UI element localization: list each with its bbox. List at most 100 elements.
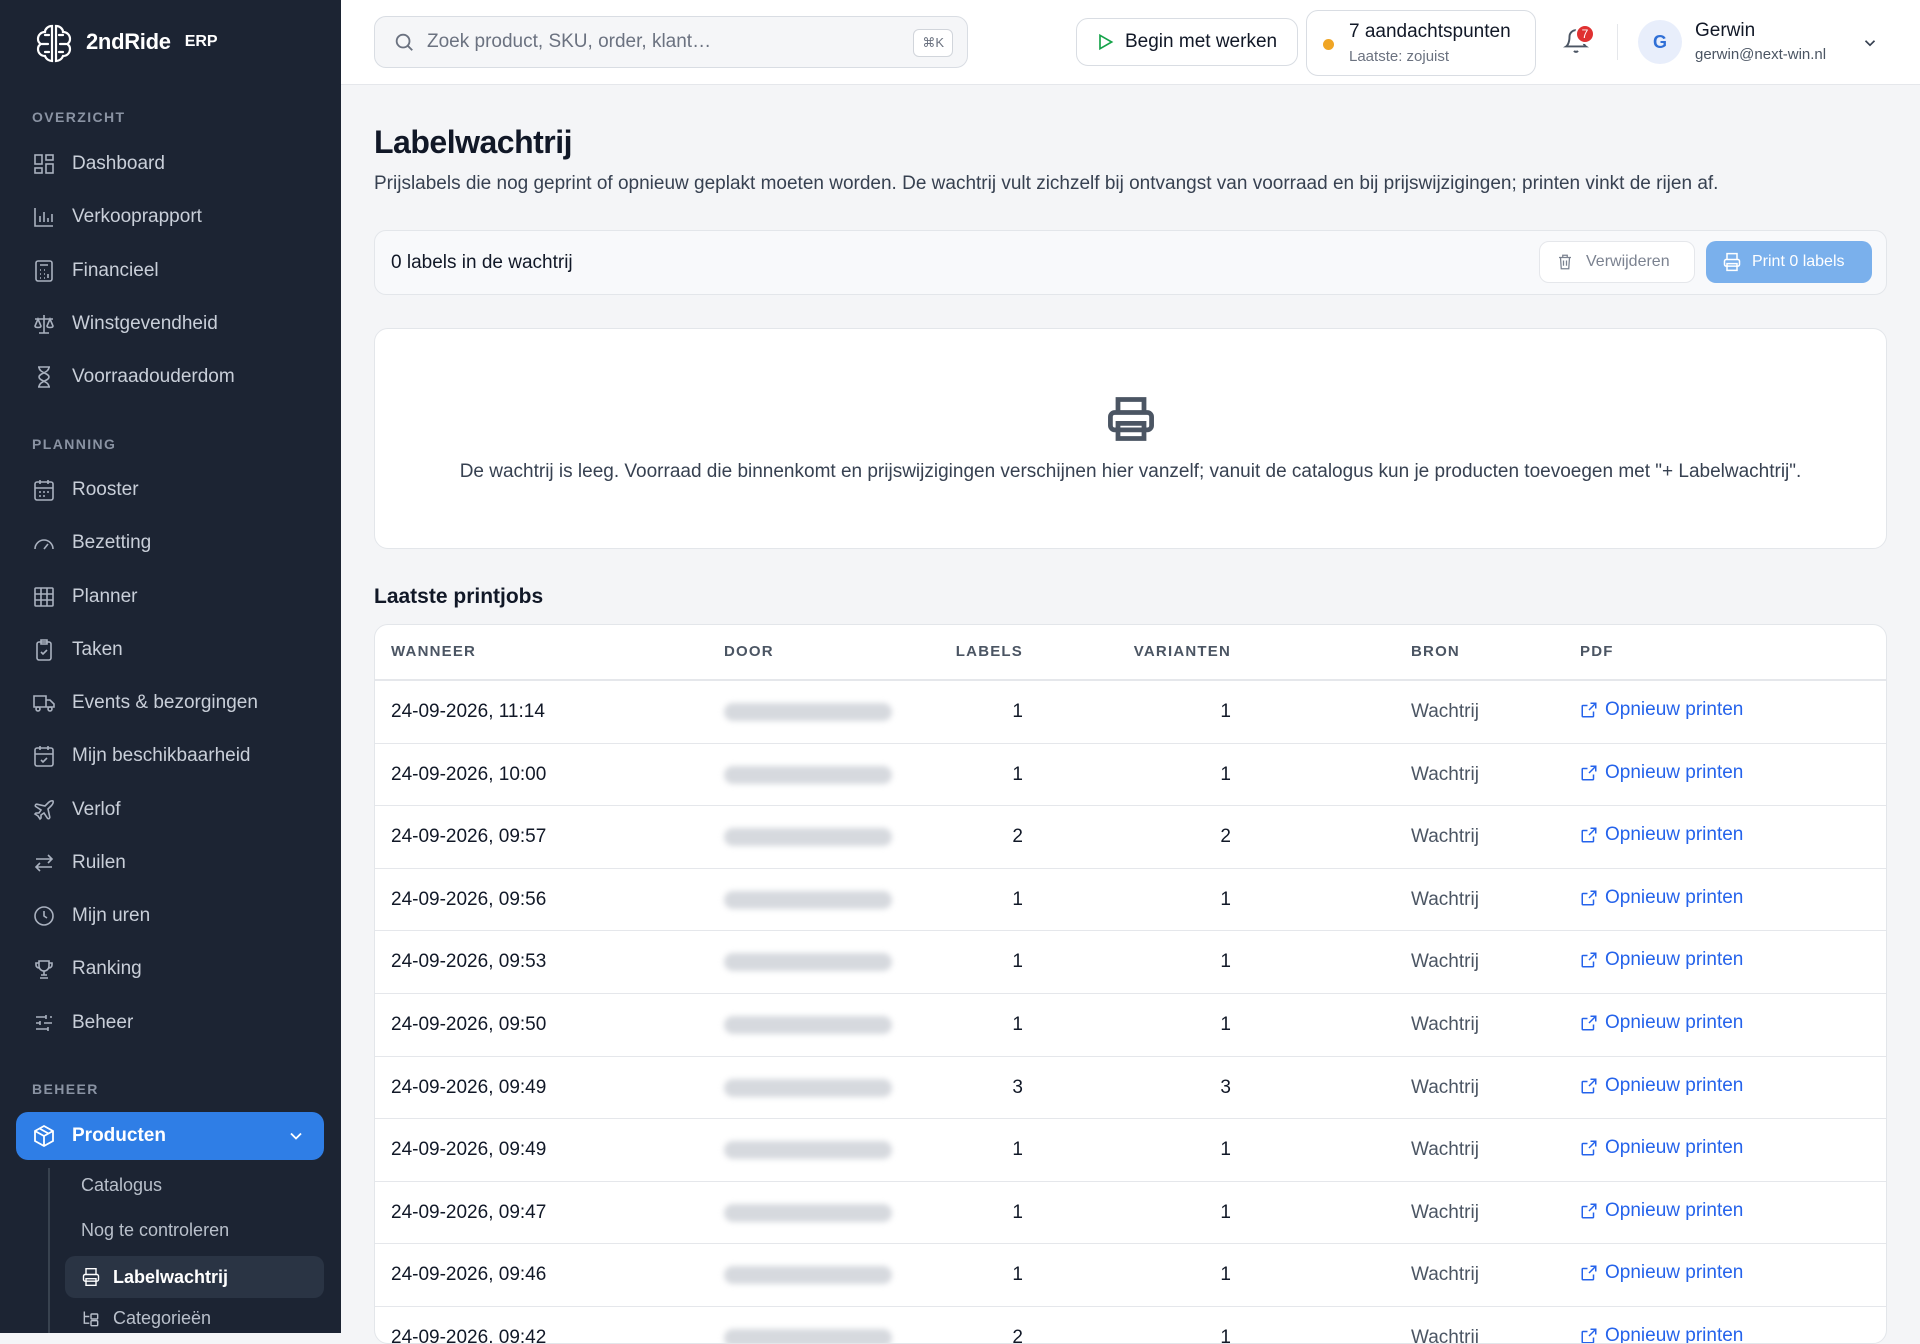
reprint-link[interactable]: Opnieuw printen	[1580, 1012, 1743, 1034]
play-icon	[1099, 33, 1114, 51]
sidebar-item-label: Beheer	[72, 1012, 134, 1033]
cell-variants: 1	[1220, 701, 1231, 722]
chevron-down-icon[interactable]	[286, 1126, 306, 1146]
external-link-icon	[1581, 890, 1597, 906]
redacted-user	[724, 890, 892, 909]
section-title: Laatste printjobs	[374, 585, 544, 608]
column-header-pdf[interactable]: PDF	[1580, 643, 1614, 660]
sidebar-item-mijn-uren[interactable]: Mijn uren	[32, 896, 150, 936]
sidebar-item-label: Planner	[72, 586, 138, 607]
reprint-label: Opnieuw printen	[1605, 1262, 1744, 1284]
reprint-label: Opnieuw printen	[1605, 1137, 1744, 1159]
column-header-labels[interactable]: LABELS	[923, 643, 1023, 660]
queue-count: 0 labels in de wachtrij	[391, 252, 573, 273]
search-placeholder: Zoek product, SKU, order, klant…	[427, 31, 712, 52]
calendar-icon	[34, 480, 54, 501]
reprint-link[interactable]: Opnieuw printen	[1580, 762, 1743, 784]
sidebar-item-events[interactable]: Events & bezorgingen	[32, 683, 258, 723]
reprint-link[interactable]: Opnieuw printen	[1580, 887, 1743, 909]
brand[interactable]: 2ndRide ERP	[32, 20, 218, 64]
delete-button[interactable]: Verwijderen	[1539, 241, 1695, 283]
reprint-link[interactable]: Opnieuw printen	[1580, 1262, 1743, 1284]
cell-source: Wachtrij	[1411, 1327, 1479, 1344]
column-header-door[interactable]: DOOR	[724, 643, 774, 660]
sidebar-subitem-label: Labelwachtrij	[113, 1266, 229, 1287]
reprint-link[interactable]: Opnieuw printen	[1580, 1200, 1743, 1222]
reprint-link[interactable]: Opnieuw printen	[1580, 1325, 1744, 1344]
sidebar-subitem-catalogus[interactable]: Catalogus	[81, 1175, 162, 1196]
sidebar-item-bezetting[interactable]: Bezetting	[32, 523, 151, 563]
cell-labels: 1	[1012, 1264, 1023, 1286]
empty-state: De wachtrij is leeg. Voorraad die binnen…	[374, 328, 1887, 549]
sidebar-item-verkooprapport[interactable]: Verkooprapport	[32, 197, 202, 237]
reprint-link[interactable]: Opnieuw printen	[1580, 699, 1743, 721]
sidebar-item-financieel[interactable]: Financieel	[32, 251, 159, 291]
sidebar-item-ruilen[interactable]: Ruilen	[32, 843, 126, 883]
search-shortcut: ⌘K	[913, 29, 953, 57]
reprint-label: Opnieuw printen	[1605, 699, 1744, 720]
sidebar-item-verlof[interactable]: Verlof	[32, 790, 121, 830]
print-labels-button[interactable]: Print 0 labels	[1706, 241, 1872, 283]
bar-chart-icon	[34, 208, 53, 227]
sidebar-item-label: Ranking	[72, 958, 142, 979]
cell-source: Wachtrij	[1411, 1201, 1479, 1223]
user-name[interactable]: Gerwin	[1695, 20, 1755, 42]
external-link-icon	[1581, 1265, 1597, 1281]
cell-labels: 2	[1012, 1327, 1023, 1344]
sidebar-item-dashboard[interactable]: Dashboard	[32, 144, 165, 184]
table-row: 24-09-2026, 09:42 2 1 Wachtrij Opnieuw print…	[375, 1306, 1886, 1344]
reprint-label: Opnieuw printen	[1605, 949, 1744, 971]
reprint-link[interactable]: Opnieuw printen	[1580, 1137, 1743, 1159]
sidebar-item-beheer[interactable]: Beheer	[32, 1003, 133, 1043]
sidebar-item-producten[interactable]: Producten	[16, 1112, 324, 1160]
search-icon	[395, 33, 413, 51]
sidebar-subitem-categorieen[interactable]: Categorieën	[81, 1308, 211, 1329]
column-header-wanneer[interactable]: WANNEER	[391, 643, 476, 660]
start-working-label: Begin met werken	[1125, 31, 1278, 52]
sidebar-item-label: Voorraadouderdom	[72, 366, 235, 387]
brain-logo-icon	[32, 20, 76, 64]
cell-when: 24-09-2026, 09:57	[391, 826, 547, 848]
reprint-link[interactable]: Opnieuw printen	[1580, 949, 1743, 971]
reprint-link[interactable]: Opnieuw printen	[1580, 1075, 1743, 1097]
submenu-line	[48, 1168, 50, 1333]
grid-icon	[34, 587, 54, 607]
notification-badge: 7	[1575, 24, 1595, 44]
redacted-user	[724, 828, 892, 847]
sidebar-subitem-nog-te-controleren[interactable]: Nog te controleren	[81, 1220, 229, 1241]
swap-icon	[34, 854, 54, 872]
column-header-varianten[interactable]: VARIANTEN	[1075, 643, 1231, 660]
start-working-button[interactable]: Begin met werken	[1076, 18, 1298, 66]
external-link-icon	[1581, 1328, 1597, 1343]
cell-source: Wachtrij	[1411, 701, 1479, 722]
redacted-user	[724, 703, 892, 721]
sidebar-item-rooster[interactable]: Rooster	[32, 470, 139, 510]
attention-points-button[interactable]: 7 aandachtspunten Laatste: zojuist	[1306, 10, 1536, 76]
box-icon	[32, 1124, 56, 1148]
reprint-label: Opnieuw printen	[1605, 1199, 1744, 1221]
cell-variants: 1	[1220, 1201, 1231, 1223]
chevron-down-icon[interactable]	[1861, 34, 1879, 52]
topbar: Zoek product, SKU, order, klant… ⌘K Begi…	[341, 0, 1920, 85]
external-link-icon	[1581, 702, 1597, 718]
search-input[interactable]: Zoek product, SKU, order, klant… ⌘K	[374, 16, 968, 68]
status-dot	[1323, 39, 1334, 50]
column-header-bron[interactable]: BRON	[1411, 643, 1460, 660]
sidebar-item-voorraadouderdom[interactable]: Voorraadouderdom	[32, 357, 235, 397]
reprint-label: Opnieuw printen	[1605, 1325, 1744, 1344]
redacted-user	[724, 765, 892, 784]
cell-variants: 1	[1220, 1264, 1231, 1286]
sidebar-item-planner[interactable]: Planner	[32, 577, 138, 617]
nav-section-beheer: BEHEER	[32, 1081, 99, 1097]
sidebar-subitem-labelwachtrij[interactable]: Labelwachtrij	[65, 1256, 324, 1298]
sidebar-item-taken[interactable]: Taken	[32, 630, 123, 670]
reprint-link[interactable]: Opnieuw printen	[1580, 824, 1743, 846]
sidebar-item-ranking[interactable]: Ranking	[32, 949, 142, 989]
sidebar-item-beschikbaarheid[interactable]: Mijn beschikbaarheid	[32, 736, 251, 776]
queue-toolbar: 0 labels in de wachtrij Verwijderen Prin…	[374, 230, 1887, 295]
cell-labels: 1	[1012, 1201, 1023, 1223]
sidebar-item-winstgevendheid[interactable]: Winstgevendheid	[32, 304, 218, 344]
nav-section-planning: PLANNING	[32, 436, 117, 452]
avatar[interactable]: G	[1638, 20, 1682, 64]
printjobs-table: WANNEER DOOR LABELS VARIANTEN BRON PDF 2…	[374, 624, 1887, 1344]
